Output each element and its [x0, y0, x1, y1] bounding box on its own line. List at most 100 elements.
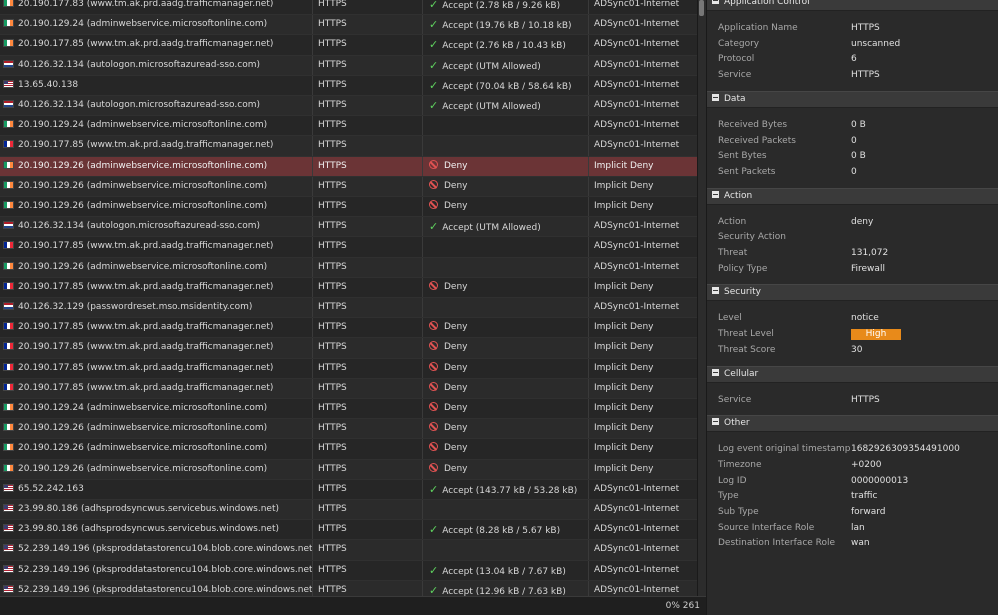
log-cell-policy: ADSync01-Internet	[594, 221, 680, 232]
details-section-header[interactable]: Cellular	[707, 365, 998, 383]
log-row[interactable]: 20.190.129.26 (adminwebservice.microsoft…	[0, 419, 697, 440]
field-value: 0	[851, 135, 857, 146]
field-label: Type	[718, 491, 739, 502]
log-row[interactable]: 40.126.32.134 (autologon.microsoftazurea…	[0, 55, 697, 76]
collapse-icon[interactable]	[712, 190, 719, 198]
country-flag-icon	[4, 525, 13, 532]
log-cell-source: 40.126.32.129 (passwordreset.mso.msident…	[0, 298, 313, 318]
result-text: Accept (UTM Allowed)	[442, 61, 541, 72]
log-row[interactable]: 20.190.177.85 (www.tm.ak.prd.aadg.traffi…	[0, 277, 697, 298]
log-row[interactable]: 40.126.32.134 (autologon.microsoftazurea…	[0, 217, 697, 238]
log-cell-policy: ADSync01-Internet	[594, 483, 680, 494]
status-bar: 0% 261	[0, 596, 706, 615]
details-field: Destination Interface Role wan	[707, 536, 998, 551]
log-cell-policy: Implicit Deny	[594, 180, 654, 191]
result-text: Deny	[444, 423, 468, 434]
source-text: 20.190.177.85 (www.tm.ak.prd.aadg.traffi…	[18, 281, 274, 292]
log-row[interactable]: 20.190.129.24 (adminwebservice.microsoft…	[0, 399, 697, 420]
log-cell-policy: Implicit Deny	[594, 463, 654, 474]
log-row[interactable]: 13.65.40.138 HTTPS ✓ Accept (70.04 kB / 58.…	[0, 75, 697, 96]
collapse-icon[interactable]	[712, 418, 719, 426]
log-row[interactable]: 20.190.177.85 (www.tm.ak.prd.aadg.traffi…	[0, 378, 697, 399]
log-row[interactable]: 52.239.149.196 (pksproddatastorencu104.b…	[0, 560, 697, 581]
log-cell-result	[423, 257, 589, 277]
log-cell-source: 20.190.129.26 (adminwebservice.microsoft…	[0, 156, 313, 176]
log-cell-result: Deny	[423, 358, 589, 378]
source-text: 20.190.129.26 (adminwebservice.microsoft…	[18, 201, 268, 211]
country-flag-icon	[4, 80, 13, 87]
log-row[interactable]: 23.99.80.186 (adhsprodsyncwus.servicebus…	[0, 500, 697, 521]
log-cell-result: ✓ Accept (12.96 kB / 7.63 kB)	[423, 580, 589, 596]
log-cell-source: 40.126.32.134 (autologon.microsoftazurea…	[0, 96, 313, 116]
details-section-header[interactable]: Action	[707, 187, 998, 205]
result-text: Deny	[444, 322, 468, 333]
collapse-icon[interactable]	[712, 0, 719, 4]
log-scrollbar-thumb[interactable]	[699, 0, 704, 16]
field-label: Action	[718, 216, 747, 227]
source-text: 52.239.149.196 (pksproddatastorencu104.b…	[18, 564, 313, 575]
log-row[interactable]: 20.190.129.26 (adminwebservice.microsoft…	[0, 197, 697, 218]
details-section-header[interactable]: Security	[707, 284, 998, 302]
log-row[interactable]: 52.239.149.196 (pksproddatastorencu104.b…	[0, 580, 697, 596]
source-text: 65.52.242.163	[18, 483, 84, 494]
details-field: Source Interface Role lan	[707, 521, 998, 536]
field-label: Received Packets	[718, 135, 796, 146]
log-row[interactable]: 40.126.32.134 (autologon.microsoftazurea…	[0, 96, 697, 117]
country-flag-icon	[4, 565, 13, 572]
field-label: Threat	[718, 248, 748, 258]
details-section-header[interactable]: Other	[707, 415, 998, 433]
details-field: Service HTTPS	[707, 68, 998, 83]
section-title: Application Control	[724, 0, 810, 7]
log-row[interactable]: 20.190.129.24 (adminwebservice.microsoft…	[0, 116, 697, 137]
log-cell-service: HTTPS	[313, 419, 423, 439]
log-cell-service: HTTPS	[313, 277, 423, 297]
log-cell-policy: ADSync01-Internet	[594, 241, 680, 252]
details-section-header[interactable]: Application Control	[707, 0, 998, 11]
log-row[interactable]: 20.190.177.85 (www.tm.ak.prd.aadg.traffi…	[0, 358, 697, 379]
log-row[interactable]: 65.52.242.163 HTTPS ✓ Accept (143.77 kB / 5…	[0, 479, 697, 500]
collapse-icon[interactable]	[712, 93, 719, 101]
log-row[interactable]: 20.190.177.85 (www.tm.ak.prd.aadg.traffi…	[0, 35, 697, 56]
log-row[interactable]: 20.190.177.85 (www.tm.ak.prd.aadg.traffi…	[0, 237, 697, 258]
log-row[interactable]: 20.190.129.26 (adminwebservice.microsoft…	[0, 257, 697, 278]
source-text: 20.190.177.85 (www.tm.ak.prd.aadg.traffi…	[18, 322, 274, 333]
details-field: Received Packets 0	[707, 134, 998, 149]
log-row[interactable]: 52.239.149.196 (pksproddatastorencu104.b…	[0, 540, 697, 561]
log-row[interactable]: 20.190.177.85 (www.tm.ak.prd.aadg.traffi…	[0, 136, 697, 157]
log-cell-result	[423, 500, 589, 520]
log-cell-policy: ADSync01-Internet	[594, 564, 680, 575]
log-row[interactable]: 20.190.129.24 (adminwebservice.microsoft…	[0, 15, 697, 36]
accept-check-icon: ✓	[429, 0, 439, 11]
log-row[interactable]: 20.190.129.26 (adminwebservice.microsoft…	[0, 439, 697, 460]
status-count: 0% 261	[665, 601, 700, 611]
source-text: 20.190.177.83 (www.tm.ak.prd.aadg.traffi…	[18, 0, 274, 9]
field-value: HTTPS	[851, 70, 880, 81]
log-cell-source: 13.65.40.138	[0, 75, 313, 95]
collapse-icon[interactable]	[712, 368, 719, 376]
source-text: 20.190.177.85 (www.tm.ak.prd.aadg.traffi…	[18, 382, 274, 393]
log-row[interactable]: 20.190.129.26 (adminwebservice.microsoft…	[0, 176, 697, 197]
log-cell-service: HTTPS	[313, 399, 423, 419]
log-row[interactable]: 40.126.32.129 (passwordreset.mso.msident…	[0, 298, 697, 319]
log-cell-result	[423, 237, 589, 257]
log-cell-source: 20.190.177.85 (www.tm.ak.prd.aadg.traffi…	[0, 277, 313, 297]
details-section-header[interactable]: Data	[707, 90, 998, 108]
field-label: Sent Packets	[718, 166, 776, 177]
log-row[interactable]: 20.190.129.26 (adminwebservice.microsoft…	[0, 156, 697, 177]
log-row[interactable]: 23.99.80.186 (adhsprodsyncwus.servicebus…	[0, 520, 697, 541]
country-flag-icon	[4, 323, 13, 330]
field-value: +0200	[851, 459, 882, 470]
field-value: wan	[851, 538, 870, 549]
log-cell-source: 20.190.129.26 (adminwebservice.microsoft…	[0, 197, 313, 217]
country-flag-icon	[4, 303, 13, 309]
log-row[interactable]: 20.190.177.85 (www.tm.ak.prd.aadg.traffi…	[0, 338, 697, 359]
log-cell-result	[423, 116, 589, 136]
details-field: Policy Type Firewall	[707, 262, 998, 277]
details-field: Log ID 0000000013	[707, 474, 998, 489]
log-cell-result	[423, 540, 589, 560]
log-row[interactable]: 20.190.177.83 (www.tm.ak.prd.aadg.traffi…	[0, 0, 697, 16]
log-scrollbar[interactable]	[697, 0, 706, 596]
collapse-icon[interactable]	[712, 287, 719, 295]
log-row[interactable]: 20.190.129.26 (adminwebservice.microsoft…	[0, 459, 697, 480]
log-row[interactable]: 20.190.177.85 (www.tm.ak.prd.aadg.traffi…	[0, 318, 697, 339]
